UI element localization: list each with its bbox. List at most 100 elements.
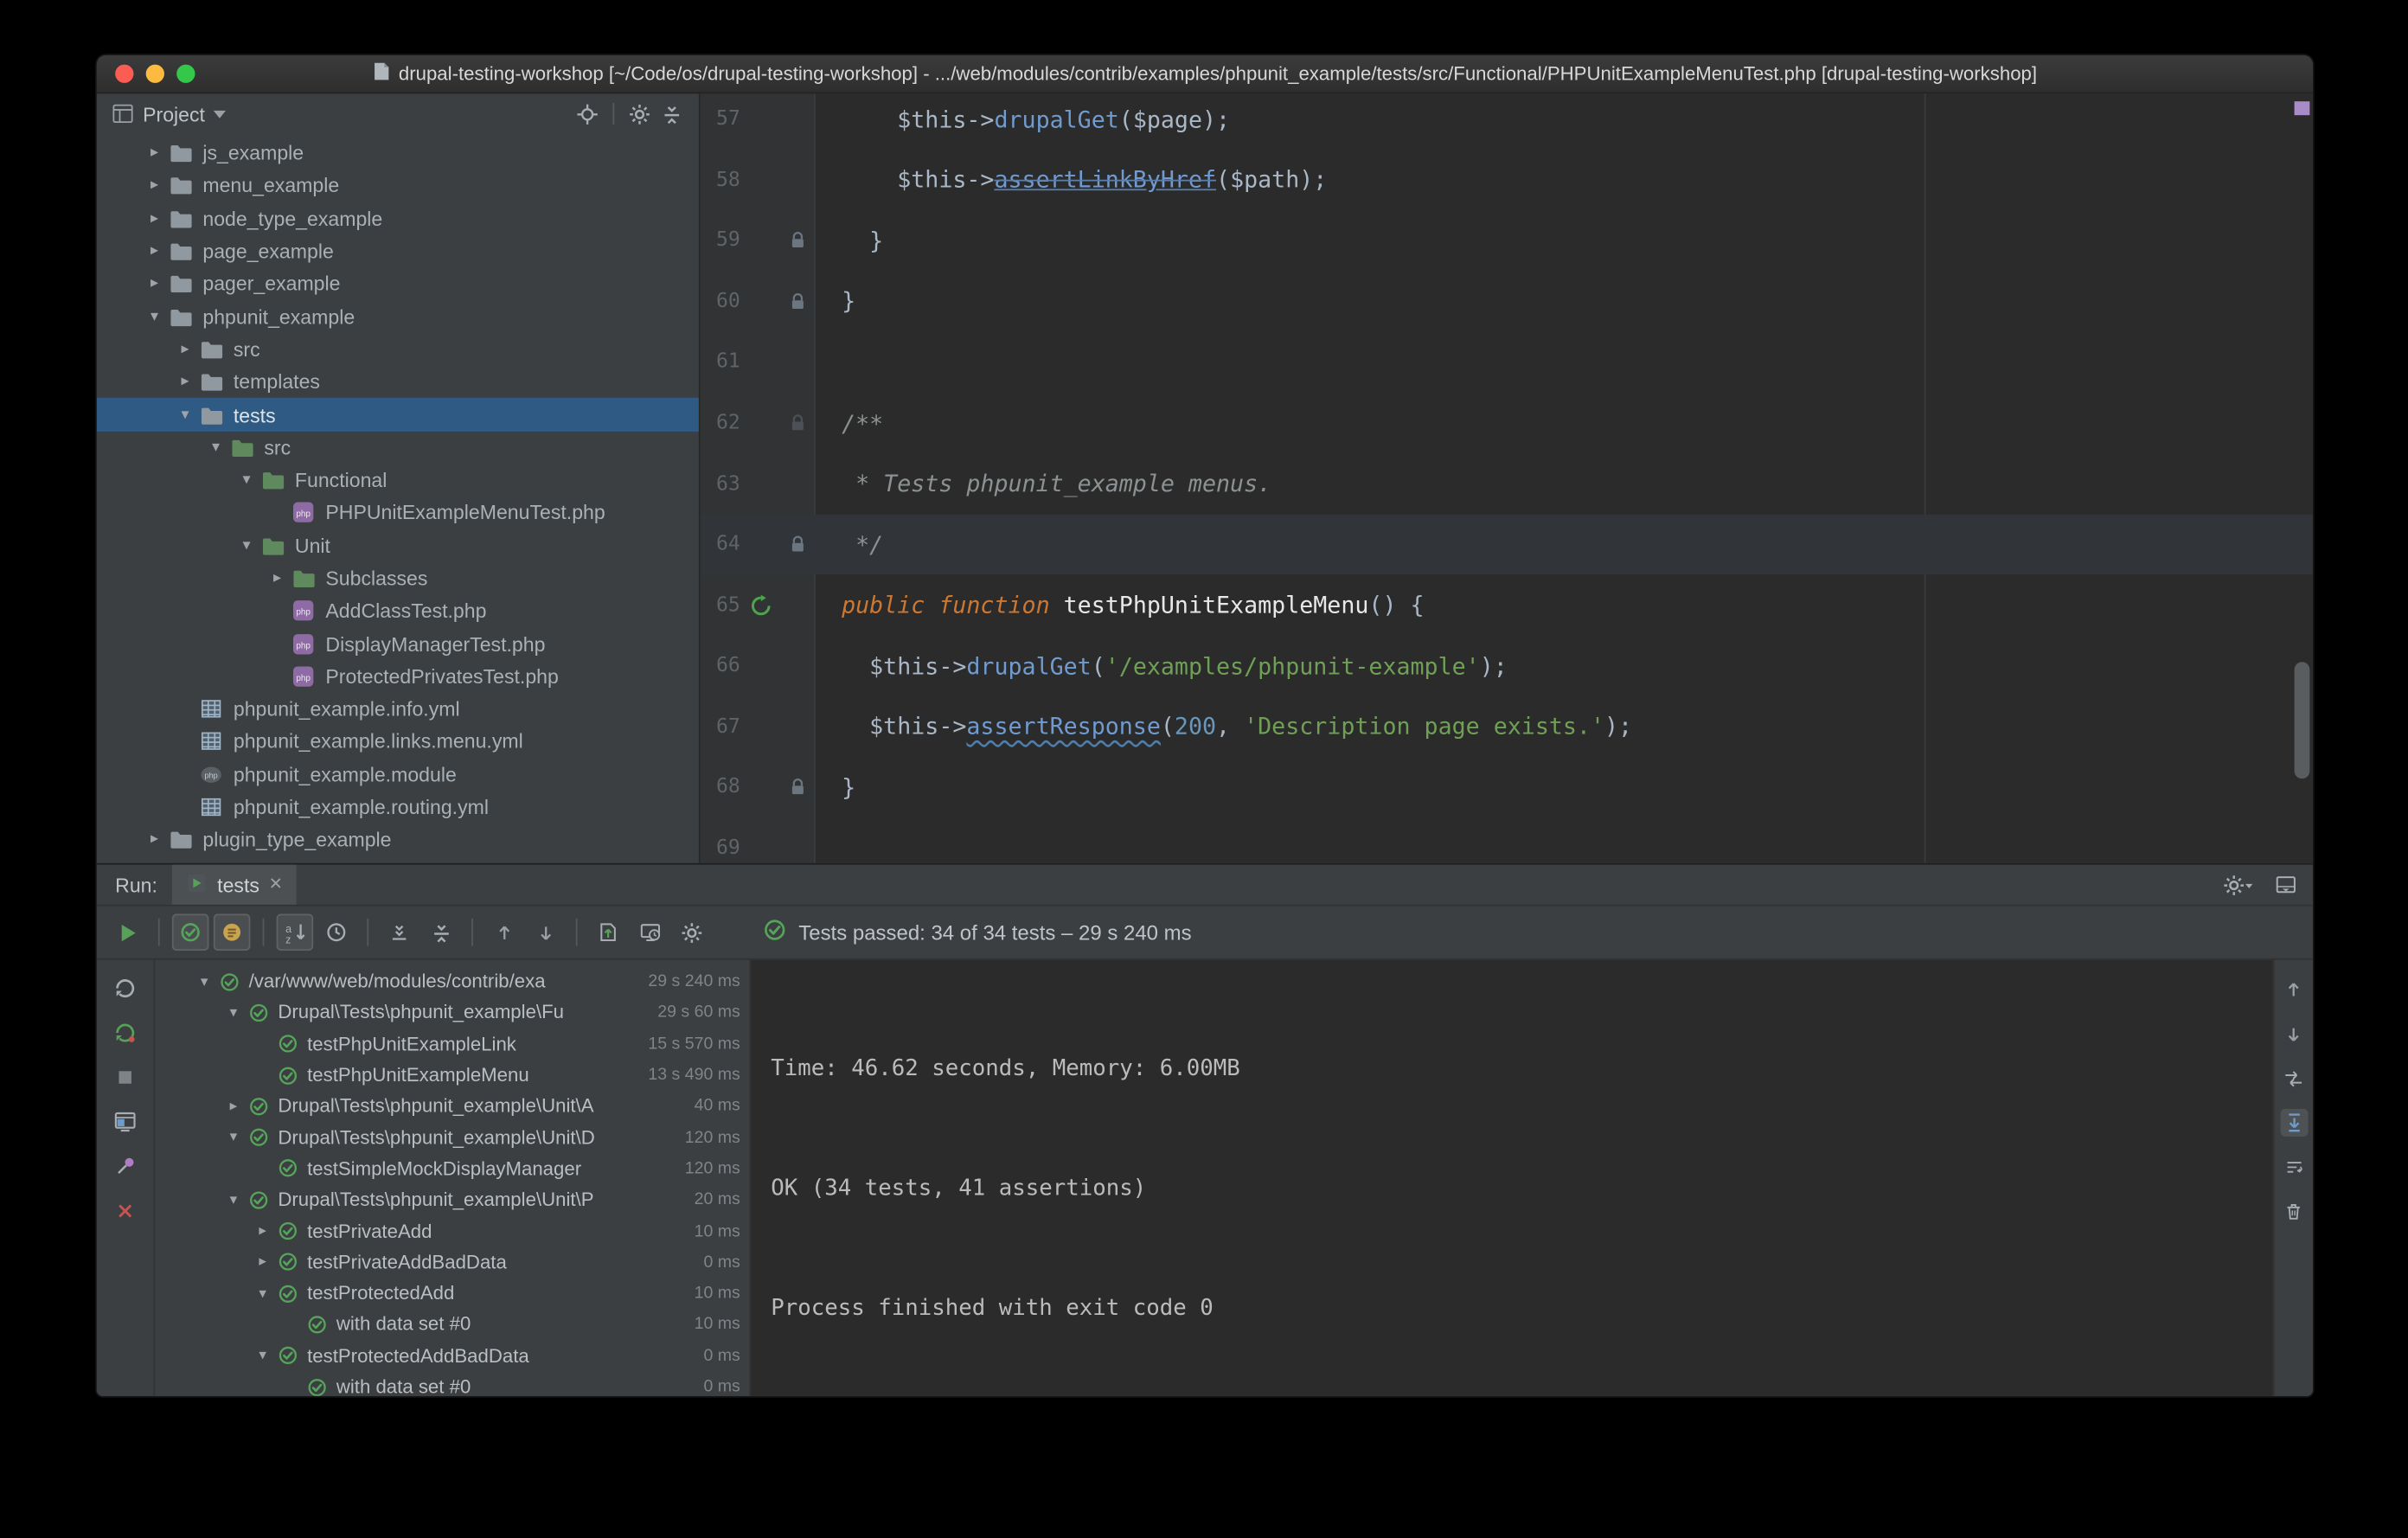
- project-tree-item[interactable]: php AddClassTest.php: [97, 594, 699, 627]
- chevron-expanded-icon[interactable]: ▾: [174, 407, 197, 424]
- project-tree-item[interactable]: ▸ templates: [97, 366, 699, 399]
- chevron-collapsed-icon[interactable]: ▸: [174, 374, 197, 391]
- chevron-collapsed-icon[interactable]: ▸: [143, 210, 166, 227]
- scroll-down-icon[interactable]: [2280, 1020, 2308, 1048]
- test-tree-item[interactable]: testPhpUnitExampleLink 15 s 570 ms: [155, 1029, 749, 1060]
- project-tree-item[interactable]: ▸ node_type_example: [97, 202, 699, 235]
- test-tree-item[interactable]: ▸ Drupal\Tests\phpunit_example\Unit\A 40 m…: [155, 1091, 749, 1122]
- chevron-collapsed-icon[interactable]: ▸: [174, 341, 197, 358]
- project-tree-item[interactable]: ▾ tests: [96, 398, 699, 432]
- test-tree-item[interactable]: ▾ /var/www/web/modules/contrib/exa 29 s 24…: [155, 966, 749, 997]
- run-test-gutter-icon[interactable]: [740, 593, 782, 617]
- run-button[interactable]: [109, 913, 146, 951]
- chevron-expanded-icon[interactable]: ▾: [221, 1129, 246, 1146]
- project-tree-item[interactable]: ▸ menu_example: [97, 170, 699, 202]
- project-tree-item[interactable]: ▸ pager_example: [97, 267, 699, 300]
- project-tree-item[interactable]: php DisplayManagerTest.php: [97, 627, 699, 660]
- expand-all-button[interactable]: [381, 913, 418, 951]
- rerun-failed-icon[interactable]: [110, 1016, 141, 1048]
- chevron-expanded-icon[interactable]: ▾: [221, 1191, 246, 1208]
- project-tree-item[interactable]: phpunit_example.info.yml: [97, 693, 699, 726]
- chevron-collapsed-icon[interactable]: ▸: [221, 1098, 246, 1115]
- project-tree-item[interactable]: ▸ plugin_type_example: [97, 823, 699, 856]
- run-settings-button[interactable]: [673, 913, 710, 951]
- previous-failed-button[interactable]: [485, 913, 522, 951]
- chevron-expanded-icon[interactable]: ▾: [250, 1285, 274, 1302]
- test-tree-item[interactable]: ▸ testPrivateAddBadData 0 ms: [155, 1246, 749, 1278]
- test-tree-item[interactable]: ▾ Drupal\Tests\phpunit_example\Fu 29 s 60 …: [155, 997, 749, 1029]
- sort-by-duration-button[interactable]: [318, 913, 355, 951]
- collapse-all-button[interactable]: [422, 913, 459, 951]
- test-tree-item[interactable]: ▾ testProtectedAdd 10 ms: [155, 1278, 749, 1309]
- show-ignored-button[interactable]: [213, 913, 251, 952]
- show-passed-button[interactable]: [171, 913, 209, 952]
- project-tree-item[interactable]: ▾ src: [97, 431, 699, 464]
- chevron-expanded-icon[interactable]: ▾: [235, 537, 259, 554]
- chevron-expanded-icon[interactable]: ▾: [204, 439, 227, 456]
- scroll-to-end-icon[interactable]: [2279, 1108, 2308, 1137]
- run-settings-gear-icon[interactable]: [2222, 873, 2253, 896]
- chevron-collapsed-icon[interactable]: ▸: [250, 1222, 274, 1240]
- navigate-stacktrace-icon[interactable]: [2280, 1064, 2308, 1092]
- project-tree-item[interactable]: ▾ phpunit_example: [97, 300, 699, 333]
- chevron-down-icon[interactable]: [214, 109, 227, 119]
- scroll-up-icon[interactable]: [2280, 975, 2308, 1003]
- console-output[interactable]: Time: 46.62 seconds, Memory: 6.00MB OK (…: [751, 959, 2273, 1396]
- chevron-collapsed-icon[interactable]: ▸: [266, 570, 289, 587]
- project-tree-item[interactable]: phpunit_example.links.menu.yml: [97, 726, 699, 759]
- gear-icon[interactable]: [628, 102, 651, 125]
- chevron-collapsed-icon[interactable]: ▸: [143, 243, 166, 260]
- chevron-collapsed-icon[interactable]: ▸: [143, 144, 166, 162]
- run-tab-tests[interactable]: tests ✕: [172, 864, 297, 905]
- stop-icon[interactable]: [110, 1061, 141, 1093]
- project-tree-item[interactable]: ▸ page_example: [97, 234, 699, 267]
- pin-tab-icon[interactable]: [110, 1150, 141, 1182]
- minimize-window-button[interactable]: [145, 64, 164, 83]
- collapse-all-icon[interactable]: [660, 102, 683, 125]
- chevron-expanded-icon[interactable]: ▾: [235, 471, 259, 489]
- test-tree-item[interactable]: ▾ Drupal\Tests\phpunit_example\Unit\P 20 m…: [155, 1184, 749, 1215]
- chevron-expanded-icon[interactable]: ▾: [250, 1347, 274, 1364]
- test-tree-item[interactable]: testSimpleMockDisplayManager 120 ms: [155, 1153, 749, 1184]
- code-area[interactable]: 57 $this->drupalGet($page); 58 $this->ass…: [700, 93, 2313, 863]
- chevron-expanded-icon[interactable]: ▾: [192, 973, 216, 990]
- editor[interactable]: 57 $this->drupalGet($page); 58 $this->ass…: [700, 93, 2313, 863]
- restore-layout-icon[interactable]: [110, 1105, 141, 1137]
- project-tree-item[interactable]: ▸ Subclasses: [97, 562, 699, 595]
- close-window-button[interactable]: [115, 64, 134, 83]
- test-history-button[interactable]: [631, 913, 669, 951]
- next-failed-button[interactable]: [527, 913, 564, 951]
- rerun-icon[interactable]: [110, 972, 141, 1003]
- project-tree-item[interactable]: php ProtectedPrivatesTest.php: [97, 660, 699, 693]
- project-tree-item[interactable]: ▸ js_example: [97, 137, 699, 170]
- test-tree-item[interactable]: ▾ Drupal\Tests\phpunit_example\Unit\D 120 …: [155, 1122, 749, 1153]
- project-tree-item[interactable]: ▾ Functional: [97, 464, 699, 497]
- hide-panel-icon[interactable]: [2275, 874, 2298, 895]
- title-bar[interactable]: drupal-testing-workshop [~/Code/os/drupa…: [96, 54, 2313, 94]
- test-tree-item[interactable]: with data set #0 0 ms: [155, 1371, 749, 1396]
- clear-all-icon[interactable]: [2280, 1198, 2308, 1226]
- chevron-expanded-icon[interactable]: ▾: [143, 308, 166, 325]
- project-tree-item[interactable]: php PHPUnitExampleMenuTest.php: [97, 497, 699, 529]
- test-tree-item[interactable]: ▾ testProtectedAddBadData 0 ms: [155, 1340, 749, 1371]
- tab-close-icon[interactable]: ✕: [269, 875, 283, 894]
- editor-scrollbar[interactable]: [2294, 662, 2310, 779]
- test-tree-item[interactable]: with data set #0 10 ms: [155, 1309, 749, 1340]
- soft-wrap-icon[interactable]: [2280, 1153, 2308, 1181]
- project-tree-item[interactable]: ▸ src: [97, 333, 699, 366]
- chevron-collapsed-icon[interactable]: ▸: [250, 1253, 274, 1271]
- project-tree-item[interactable]: phpunit_example.routing.yml: [97, 791, 699, 823]
- chevron-collapsed-icon[interactable]: ▸: [143, 177, 166, 195]
- test-tree-item[interactable]: ▸ testPrivateAdd 10 ms: [155, 1215, 749, 1246]
- chevron-expanded-icon[interactable]: ▾: [221, 1004, 246, 1022]
- close-icon[interactable]: [110, 1195, 141, 1226]
- project-tree-item[interactable]: php phpunit_example.module: [97, 758, 699, 791]
- test-tree-item[interactable]: testPhpUnitExampleMenu 13 s 490 ms: [155, 1060, 749, 1091]
- zoom-window-button[interactable]: [176, 64, 195, 83]
- sort-alphabetically-button[interactable]: az: [276, 913, 314, 952]
- import-test-results-button[interactable]: [590, 913, 627, 951]
- chevron-collapsed-icon[interactable]: ▸: [143, 831, 166, 849]
- chevron-collapsed-icon[interactable]: ▸: [143, 275, 166, 292]
- project-tree-item[interactable]: ▾ Unit: [97, 529, 699, 562]
- locate-file-icon[interactable]: [576, 102, 599, 125]
